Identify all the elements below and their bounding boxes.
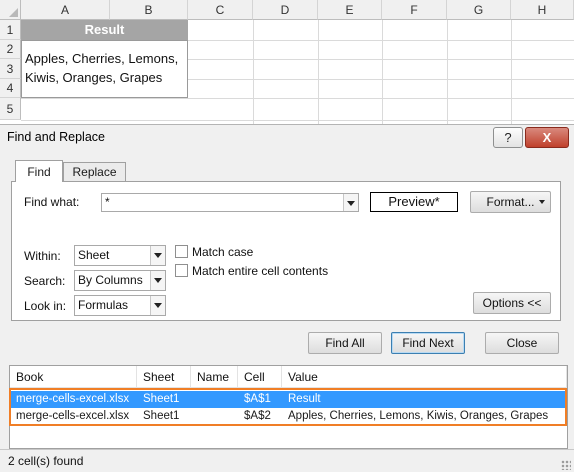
result-cell: $A$2 xyxy=(244,410,271,422)
status-bar: 2 cell(s) found xyxy=(0,449,574,472)
chevron-down-icon[interactable] xyxy=(150,296,165,315)
row-header-2[interactable]: 2 xyxy=(0,40,21,59)
result-sheet: Sheet1 xyxy=(143,410,180,422)
within-label: Within: xyxy=(24,249,61,263)
grid-line xyxy=(511,20,512,124)
chevron-down-icon xyxy=(539,200,545,204)
match-entire-cell-label[interactable]: Match entire cell contents xyxy=(192,264,328,278)
chevron-down-icon[interactable] xyxy=(150,246,165,265)
find-and-replace-dialog: Find and Replace ? X Find Replace Find w… xyxy=(0,124,574,472)
within-select[interactable]: Sheet xyxy=(74,245,166,266)
results-list[interactable]: Book Sheet Name Cell Value merge-cells-e… xyxy=(9,365,568,449)
look-in-value: Formulas xyxy=(78,298,129,312)
result-sheet: Sheet1 xyxy=(143,393,180,405)
format-preview: Preview* xyxy=(370,192,458,212)
results-header-name[interactable]: Name xyxy=(191,366,238,388)
find-next-button[interactable]: Find Next xyxy=(391,332,465,354)
column-header-f[interactable]: F xyxy=(382,0,447,20)
format-button[interactable]: Format... xyxy=(470,191,551,213)
grid-line xyxy=(21,98,574,99)
dialog-title: Find and Replace xyxy=(7,130,105,144)
grid-line xyxy=(253,20,254,124)
close-window-button[interactable]: X xyxy=(525,127,569,148)
chevron-down-icon[interactable] xyxy=(150,271,165,290)
grid-line xyxy=(382,20,383,124)
result-book: merge-cells-excel.xlsx xyxy=(16,393,130,405)
within-value: Sheet xyxy=(78,248,110,262)
dialog-titlebar[interactable]: Find and Replace ? X xyxy=(0,125,574,149)
match-entire-cell-checkbox[interactable] xyxy=(175,264,188,277)
chevron-down-icon[interactable] xyxy=(343,194,358,211)
search-select[interactable]: By Columns xyxy=(74,270,166,291)
results-header-value[interactable]: Value xyxy=(282,366,567,388)
grid-line xyxy=(447,20,448,124)
look-in-label: Look in: xyxy=(24,299,67,313)
find-all-button[interactable]: Find All xyxy=(308,332,382,354)
row-header-1[interactable]: 1 xyxy=(0,20,21,40)
merged-cell-line-2: Kiwis, Oranges, Grapes xyxy=(25,70,163,85)
select-all-corner[interactable] xyxy=(0,0,21,20)
row-header-5[interactable]: 5 xyxy=(0,98,21,120)
merged-cell-line-1: Apples, Cherries, Lemons, xyxy=(25,51,179,66)
search-value: By Columns xyxy=(78,273,143,287)
results-header-book[interactable]: Book xyxy=(10,366,137,388)
tab-replace[interactable]: Replace xyxy=(63,162,126,182)
result-book: merge-cells-excel.xlsx xyxy=(16,410,130,422)
find-options-panel: Find what: * Preview* Format... Within: … xyxy=(11,181,561,321)
search-label: Search: xyxy=(24,274,66,288)
tab-find[interactable]: Find xyxy=(15,160,63,182)
result-row[interactable]: merge-cells-excel.xlsx Sheet1 $A$2 Apple… xyxy=(10,408,567,425)
column-header-e[interactable]: E xyxy=(318,0,382,20)
match-case-checkbox[interactable] xyxy=(175,245,188,258)
look-in-select[interactable]: Formulas xyxy=(74,295,166,316)
column-header-c[interactable]: C xyxy=(188,0,253,20)
close-icon: X xyxy=(542,130,552,145)
find-what-value: * xyxy=(105,195,110,209)
row-header-3[interactable]: 3 xyxy=(0,59,21,79)
grid-line xyxy=(21,120,574,121)
column-header-g[interactable]: G xyxy=(447,0,511,20)
resize-grip-icon[interactable] xyxy=(561,460,571,470)
column-header-d[interactable]: D xyxy=(253,0,318,20)
column-header-b[interactable]: B xyxy=(110,0,188,20)
close-button[interactable]: Close xyxy=(485,332,559,354)
help-icon: ? xyxy=(504,130,512,145)
grid-line xyxy=(318,20,319,124)
result-value: Apples, Cherries, Lemons, Kiwis, Oranges… xyxy=(288,410,549,422)
result-row[interactable]: merge-cells-excel.xlsx Sheet1 $A$1 Resul… xyxy=(10,391,567,408)
status-text: 2 cell(s) found xyxy=(8,454,84,468)
result-cell: $A$1 xyxy=(244,393,271,405)
help-button[interactable]: ? xyxy=(493,127,523,148)
cell-merged-fruits[interactable]: Apples, Cherries, Lemons, Kiwis, Oranges… xyxy=(21,40,188,98)
results-header-sheet[interactable]: Sheet xyxy=(137,366,191,388)
cell-result-header[interactable]: Result xyxy=(21,20,188,40)
find-what-input[interactable]: * xyxy=(101,193,359,212)
find-what-label: Find what: xyxy=(24,195,80,209)
row-header-4[interactable]: 4 xyxy=(0,79,21,98)
options-button[interactable]: Options << xyxy=(473,292,551,314)
result-value: Result xyxy=(288,393,321,405)
match-case-label[interactable]: Match case xyxy=(192,245,253,259)
results-header-cell[interactable]: Cell xyxy=(238,366,282,388)
spreadsheet: A B C D E F G H 1 2 3 4 5 Result Apples,… xyxy=(0,0,574,124)
column-header-a[interactable]: A xyxy=(21,0,110,20)
column-header-h[interactable]: H xyxy=(511,0,574,20)
format-button-label: Format... xyxy=(486,195,535,209)
